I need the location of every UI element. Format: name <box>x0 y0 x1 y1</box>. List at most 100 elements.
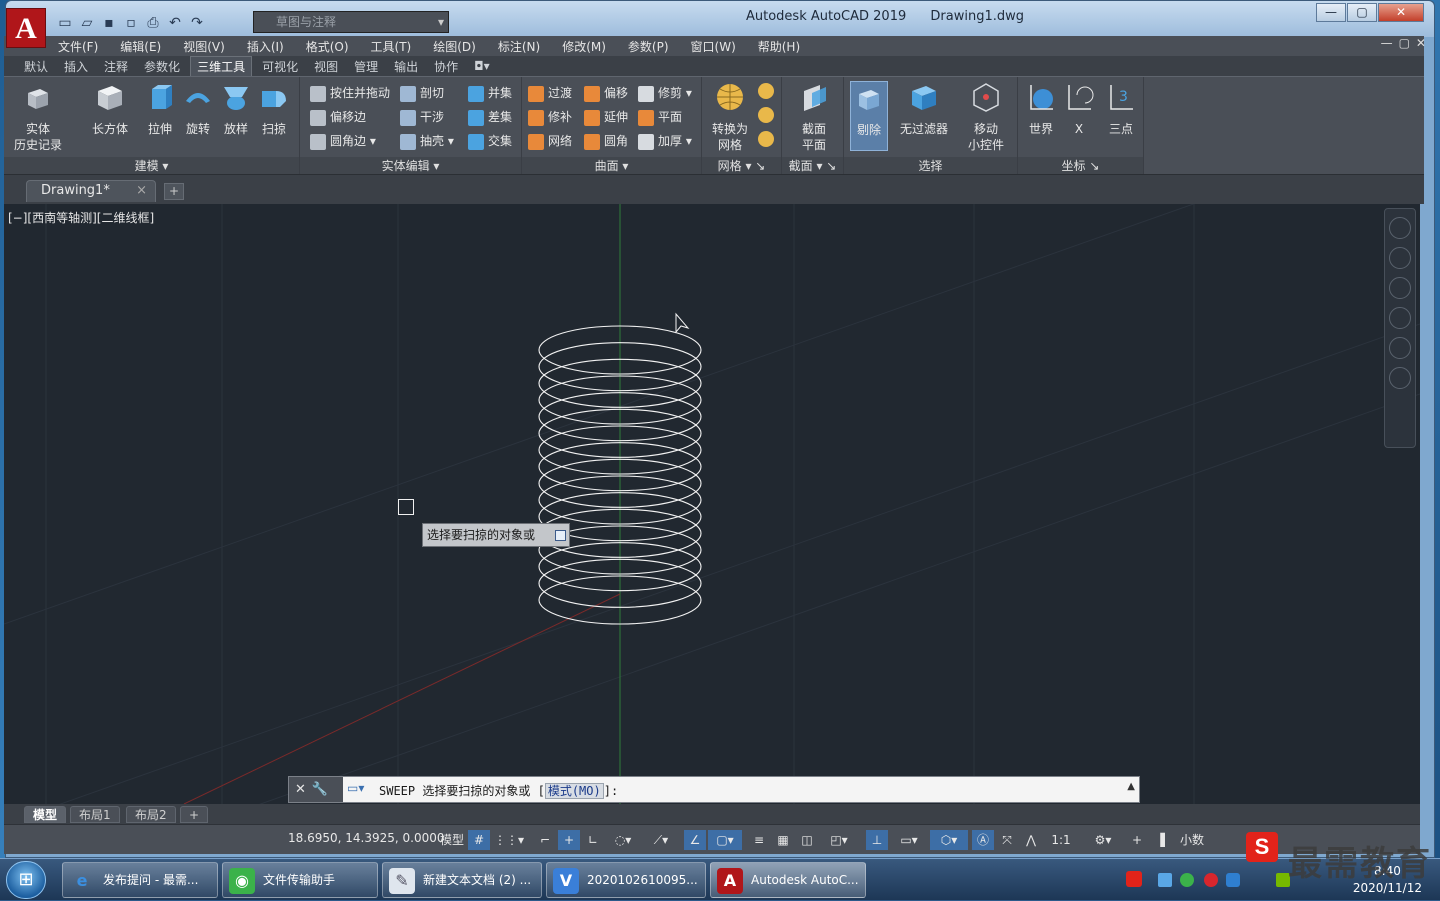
menu-view[interactable]: 视图(V) <box>183 38 225 55</box>
viewport-controls-label[interactable]: [−][西南等轴测][二维线框] <box>8 209 154 226</box>
drawing-canvas[interactable]: [−][西南等轴测][二维线框] 选择要扫掠的对象或 <box>4 204 1420 804</box>
polar-tracking-icon[interactable]: ◌▾ <box>606 830 640 850</box>
panel-title-section[interactable]: 截面 ▾ ↘ <box>782 157 843 175</box>
menu-format[interactable]: 格式(O) <box>306 38 349 55</box>
taskbar-item-autocad[interactable]: A Autodesk AutoC... <box>710 862 866 898</box>
panel-title-coordinates[interactable]: 坐标 ↘ <box>1018 157 1143 175</box>
move-gizmo-button[interactable]: 移动 小控件 <box>962 81 1010 153</box>
wechat-tray-icon[interactable] <box>1180 873 1194 887</box>
menu-file[interactable]: 文件(F) <box>58 38 98 55</box>
transparency-icon[interactable]: ▦ <box>772 830 794 850</box>
menu-draw[interactable]: 绘图(D) <box>433 38 476 55</box>
tab-manage[interactable]: 管理 <box>348 57 384 76</box>
start-button[interactable]: ⊞ <box>6 861 46 899</box>
panel-title-surface[interactable]: 曲面 ▾ <box>522 157 701 175</box>
units-icon[interactable]: ▌ <box>1154 830 1176 850</box>
command-line[interactable]: ✕🔧 ▭▾ SWEEP 选择要扫掠的对象或 [模式(MO)]: ▲ <box>288 776 1140 803</box>
ucs-x-button[interactable]: X <box>1060 81 1098 137</box>
tab-default[interactable]: 默认 <box>18 57 54 76</box>
close-icon[interactable]: × <box>136 181 147 201</box>
network-button[interactable]: 网络 <box>528 131 572 151</box>
selection-filter-icon[interactable]: ▭▾ <box>890 830 928 850</box>
command-option-mode[interactable]: 模式(MO) <box>544 783 604 799</box>
document-window-controls[interactable]: —▢✕ <box>1381 36 1432 50</box>
application-menu-button[interactable]: A <box>6 8 46 48</box>
snap-icon[interactable]: ⋮⋮▾ <box>492 830 526 850</box>
blend-button[interactable]: 过渡 <box>528 83 572 103</box>
annotation-scale-value[interactable]: 1:1 <box>1044 830 1078 850</box>
wrench-icon[interactable]: 🔧 <box>312 782 334 797</box>
new-icon[interactable]: ▭ <box>56 14 74 32</box>
solid-history-button[interactable]: 实体 历史记录 <box>12 81 64 153</box>
section-plane-button[interactable]: 截面 平面 <box>790 81 838 153</box>
object-snap-tracking-icon[interactable]: ∠ <box>684 830 706 850</box>
shell-button[interactable]: 抽壳 ▾ <box>400 131 454 151</box>
no-filter-button[interactable]: 无过滤器 <box>896 81 952 137</box>
open-icon[interactable]: ▱ <box>78 14 96 32</box>
units-value[interactable]: 小数 <box>1180 830 1240 850</box>
presspull-button[interactable]: 按住并拖动 <box>310 83 390 103</box>
taskbar-item-wechat[interactable]: ◉ 文件传输助手 <box>222 862 378 898</box>
dynamic-input-icon[interactable]: + <box>558 830 580 850</box>
save-as-icon[interactable]: ▫ <box>122 14 140 32</box>
minimize-button[interactable]: — <box>1316 3 1346 22</box>
surface-offset-button[interactable]: 偏移 <box>584 83 628 103</box>
taskbar-item-notepad[interactable]: ✎ 新建文本文档 (2) ... <box>382 862 542 898</box>
auto-scale-icon[interactable]: ⤧ <box>996 830 1018 850</box>
input-method-icon[interactable] <box>1126 871 1142 887</box>
workspace-switch-icon[interactable]: ⚙▾ <box>1084 830 1122 850</box>
interfere-button[interactable]: 干涉 <box>400 107 444 127</box>
patch-button[interactable]: 修补 <box>528 107 572 127</box>
grid-icon[interactable]: # <box>468 830 490 850</box>
ribbon-toggle-icon[interactable]: ◘▾ <box>468 58 496 74</box>
surface-fillet-button[interactable]: 圆角 <box>584 131 628 151</box>
save-icon[interactable]: ▪ <box>100 14 118 32</box>
menu-dimension[interactable]: 标注(N) <box>498 38 540 55</box>
network-share-icon[interactable] <box>1158 873 1172 887</box>
panel-title-mesh[interactable]: 网格 ▾ ↘ <box>702 157 781 175</box>
object-snap-icon[interactable]: ▢▾ <box>708 830 742 850</box>
close-button[interactable]: ✕ <box>1378 3 1424 22</box>
new-tab-button[interactable]: + <box>164 183 184 200</box>
tab-output[interactable]: 输出 <box>388 57 424 76</box>
culling-button[interactable]: 剔除 <box>850 81 888 151</box>
trim-button[interactable]: 修剪 ▾ <box>638 83 692 103</box>
drawing-viewport[interactable] <box>4 204 1420 804</box>
mesh-refine-icon[interactable] <box>758 107 774 123</box>
tooltip-options-button[interactable] <box>555 530 566 541</box>
add-layout-button[interactable]: + <box>180 806 209 823</box>
tab-layout1[interactable]: 布局1 <box>70 806 120 823</box>
undo-icon[interactable]: ↶ <box>166 14 184 32</box>
menu-parametric[interactable]: 参数(P) <box>628 38 669 55</box>
offset-edge-button[interactable]: 偏移边 <box>310 107 366 127</box>
tab-insert[interactable]: 插入 <box>58 57 94 76</box>
tab-view[interactable]: 视图 <box>308 57 344 76</box>
ucs-3point-button[interactable]: 3 三点 <box>1102 81 1140 137</box>
security-shield-icon[interactable] <box>1226 873 1240 887</box>
gizmo-icon[interactable]: ⬡▾ <box>930 830 968 850</box>
ortho-icon[interactable]: ∟ <box>582 830 604 850</box>
sweep-button[interactable]: 扫掠 <box>252 81 296 137</box>
thicken-button[interactable]: 加厚 ▾ <box>638 131 692 151</box>
menu-modify[interactable]: 修改(M) <box>562 38 606 55</box>
infer-constraints-icon[interactable]: ⌐ <box>534 830 556 850</box>
slice-button[interactable]: 剖切 <box>400 83 444 103</box>
menu-insert[interactable]: 插入(I) <box>247 38 284 55</box>
file-tab-drawing1[interactable]: Drawing1* × <box>26 180 156 202</box>
annotation-monitor-icon[interactable]: + <box>1126 830 1148 850</box>
pan-hand-icon[interactable] <box>1389 277 1411 299</box>
ucs-dynamic-icon[interactable]: ⊥ <box>866 830 888 850</box>
panel-title-solid-editing[interactable]: 实体编辑 ▾ <box>300 157 521 175</box>
workspace-selector[interactable]: 草图与注释 ▾ <box>253 11 449 33</box>
taskbar-item-browser[interactable]: e 发布提问 - 最需... <box>62 862 218 898</box>
tab-parametric[interactable]: 参数化 <box>138 57 186 76</box>
maximize-button[interactable]: ▢ <box>1347 3 1377 22</box>
tab-model[interactable]: 模型 <box>24 806 67 823</box>
menu-edit[interactable]: 编辑(E) <box>120 38 161 55</box>
tab-visualize[interactable]: 可视化 <box>256 57 304 76</box>
subtract-button[interactable]: 差集 <box>468 107 512 127</box>
extend-button[interactable]: 延伸 <box>584 107 628 127</box>
command-history-up-icon[interactable]: ▲ <box>1127 781 1135 792</box>
coordinates-readout[interactable]: 18.6950, 14.3925, 0.0000 <box>288 831 445 845</box>
isodraft-icon[interactable]: ⟋▾ <box>644 830 678 850</box>
